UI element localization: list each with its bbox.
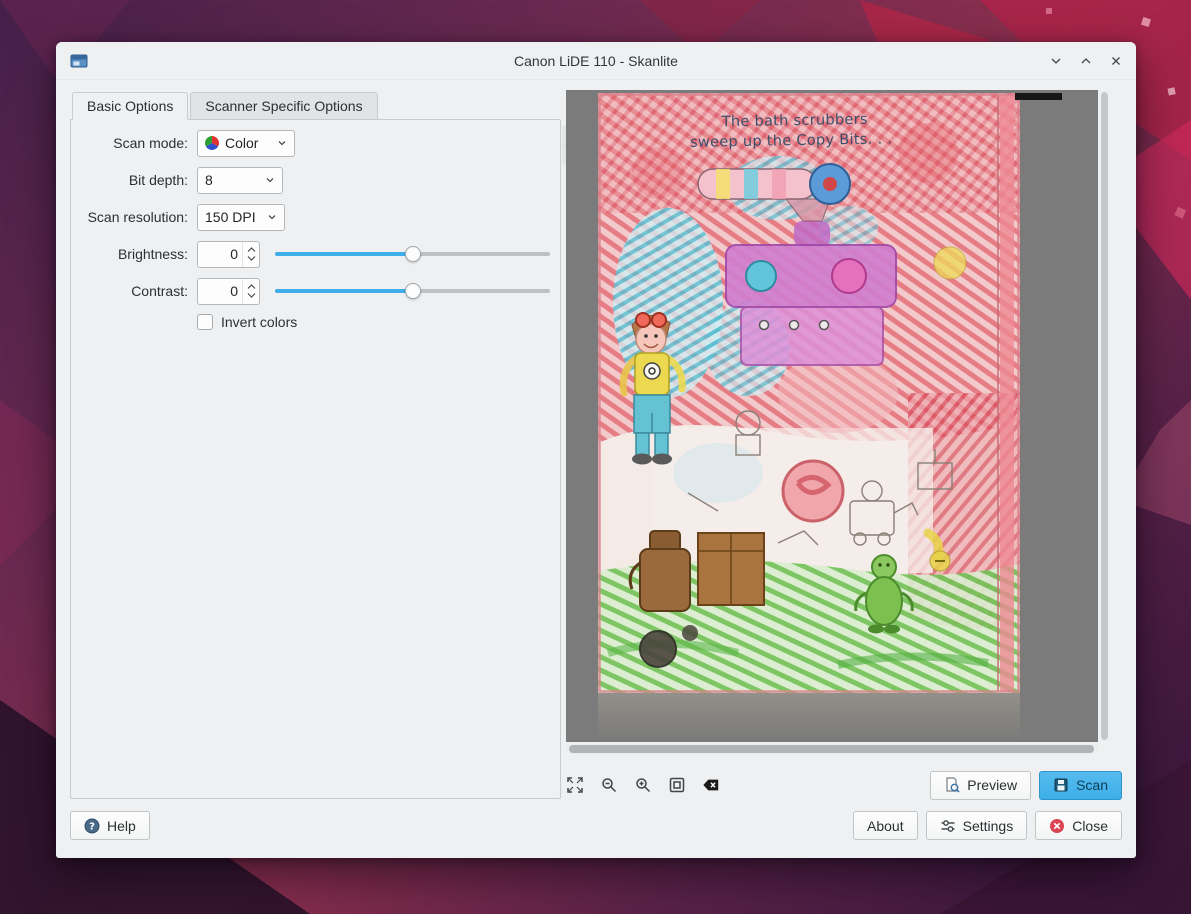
clear-selections-icon[interactable] <box>702 776 720 794</box>
about-button[interactable]: About <box>853 811 918 840</box>
contrast-label: Contrast: <box>71 283 188 299</box>
basic-options-panel: Scan mode: Color <box>70 119 561 799</box>
app-window-icon <box>70 52 88 70</box>
invert-colors-label: Invert colors <box>221 314 297 330</box>
contrast-spin-arrows[interactable] <box>242 279 259 304</box>
scan-button-label: Scan <box>1076 777 1108 793</box>
scan-save-icon <box>1053 777 1069 793</box>
brightness-slider-handle[interactable] <box>405 246 421 262</box>
preview-toolbar: Preview Scan <box>566 770 1122 800</box>
zoom-actual-size-icon[interactable] <box>668 776 686 794</box>
tab-scanner-specific-options[interactable]: Scanner Specific Options <box>190 92 377 120</box>
color-wheel-icon <box>205 136 219 150</box>
window-title: Canon LiDE 110 - Skanlite <box>56 42 1136 80</box>
scan-mode-select[interactable]: Color <box>197 130 295 157</box>
zoom-out-icon[interactable] <box>600 776 618 794</box>
brightness-value: 0 <box>198 246 242 262</box>
preview-area[interactable]: The bath scrubbers sweep up the Copy Bit… <box>566 90 1098 742</box>
scan-mode-label: Scan mode: <box>71 135 188 151</box>
about-button-label: About <box>867 818 904 834</box>
scan-resolution-value: 150 DPI <box>205 209 256 225</box>
bit-depth-select[interactable]: 8 <box>197 167 283 194</box>
chevron-down-icon <box>267 212 277 222</box>
contrast-slider[interactable] <box>275 281 550 301</box>
preview-horizontal-scrollbar[interactable] <box>566 744 1099 754</box>
tab-basic-options[interactable]: Basic Options <box>72 92 188 120</box>
options-tabbar: Basic Options Scanner Specific Options <box>72 92 380 120</box>
scan-dark-edge <box>1015 93 1062 100</box>
preview-vertical-scrollbar[interactable] <box>1099 90 1110 742</box>
brightness-label: Brightness: <box>71 246 188 262</box>
close-button[interactable]: Close <box>1035 811 1122 840</box>
scan-resolution-label: Scan resolution: <box>71 209 188 225</box>
contrast-value: 0 <box>198 283 242 299</box>
skanlite-window: Canon LiDE 110 - Skanlite Basic Options … <box>56 42 1136 858</box>
scan-button[interactable]: Scan <box>1039 771 1122 800</box>
preview-button[interactable]: Preview <box>930 771 1031 800</box>
scanned-image[interactable]: The bath scrubbers sweep up the Copy Bit… <box>598 93 1020 693</box>
settings-sliders-icon <box>940 818 956 834</box>
svg-text:?: ? <box>89 821 95 832</box>
zoom-in-icon[interactable] <box>634 776 652 794</box>
invert-colors-checkbox[interactable] <box>197 314 213 330</box>
dialog-footer: ? Help About Settings <box>70 811 1122 840</box>
scan-resolution-select[interactable]: 150 DPI <box>197 204 285 231</box>
settings-button[interactable]: Settings <box>926 811 1028 840</box>
close-circle-icon <box>1049 818 1065 834</box>
help-button-label: Help <box>107 818 136 834</box>
brightness-spinbox[interactable]: 0 <box>197 241 260 268</box>
close-button-label: Close <box>1072 818 1108 834</box>
options-pane: Basic Options Scanner Specific Options S… <box>70 92 561 799</box>
scan-mode-value: Color <box>225 135 258 151</box>
document-preview-icon <box>944 777 960 793</box>
preview-button-label: Preview <box>967 777 1017 793</box>
scan-overscan-strip <box>598 693 1020 739</box>
help-icon: ? <box>84 818 100 834</box>
titlebar[interactable]: Canon LiDE 110 - Skanlite <box>56 42 1136 80</box>
desktop-background: Canon LiDE 110 - Skanlite Basic Options … <box>0 0 1191 914</box>
scan-caption-line1: The bath scrubbers <box>721 112 868 131</box>
vertical-scrollbar-thumb[interactable] <box>1101 92 1108 740</box>
zoom-fit-icon[interactable] <box>566 776 584 794</box>
bit-depth-label: Bit depth: <box>71 172 188 188</box>
minimize-icon[interactable] <box>1046 51 1066 71</box>
chevron-down-icon <box>265 175 275 185</box>
contrast-spinbox[interactable]: 0 <box>197 278 260 305</box>
help-button[interactable]: ? Help <box>70 811 150 840</box>
brightness-slider[interactable] <box>275 244 550 264</box>
maximize-icon[interactable] <box>1076 51 1096 71</box>
bit-depth-value: 8 <box>205 172 213 188</box>
horizontal-scrollbar-thumb[interactable] <box>569 745 1094 753</box>
chevron-down-icon <box>277 138 287 148</box>
contrast-slider-handle[interactable] <box>405 283 421 299</box>
brightness-spin-arrows[interactable] <box>242 242 259 267</box>
settings-button-label: Settings <box>963 818 1014 834</box>
close-window-icon[interactable] <box>1106 51 1126 71</box>
